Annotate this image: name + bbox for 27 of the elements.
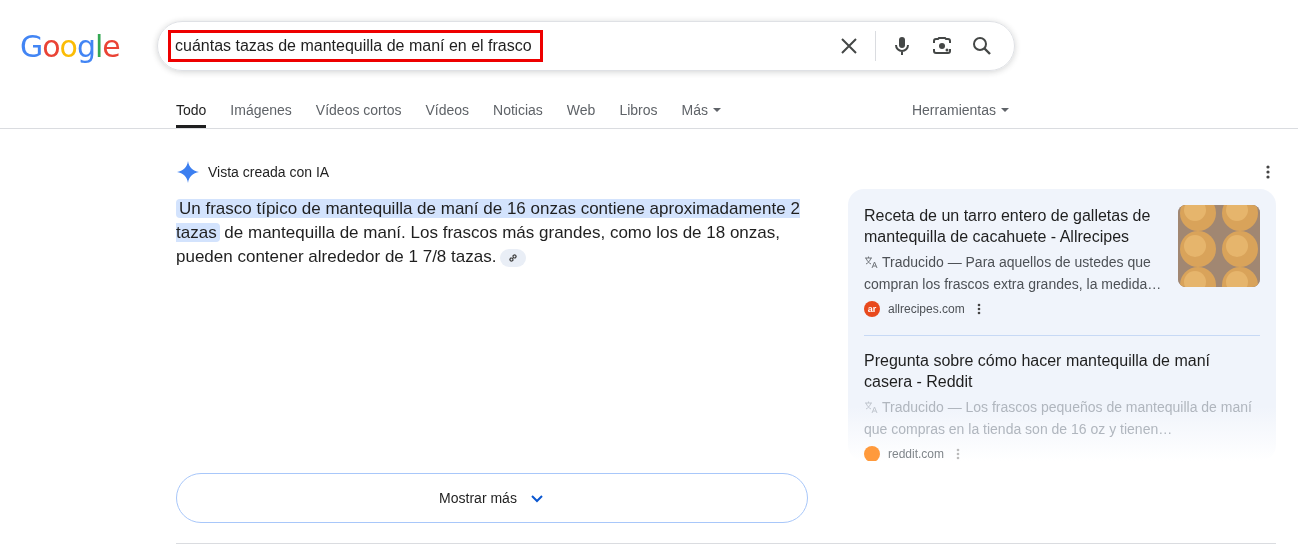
- tab[interactable]: Imágenes: [230, 92, 292, 128]
- caret-icon: [712, 105, 722, 115]
- source-snippet: Traducido — Los frascos pequeños de mantequilla de maní que compras en la tienda son de 16 oz y tienen…: [864, 398, 1253, 439]
- source-snippet: Traducido — Para aquellos de ustedes que compran los frascos extra grandes, la medida…: [864, 253, 1162, 294]
- tab[interactable]: Noticias: [493, 92, 543, 128]
- tab[interactable]: Vídeos cortos: [315, 92, 402, 128]
- translate-icon: [864, 255, 878, 269]
- link-icon[interactable]: [500, 248, 527, 267]
- tab[interactable]: Todo: [176, 92, 207, 128]
- overview-title: Vista creada con IA: [208, 164, 330, 180]
- tab[interactable]: Más: [681, 92, 722, 128]
- source-title[interactable]: Pregunta sobre cómo hacer mantequilla de maní casera - Reddit: [864, 350, 1260, 392]
- google-logo[interactable]: Google: [20, 28, 157, 64]
- source-title[interactable]: Receta de un tarro entero de galletas de mantequilla de cacahuete - Allrecipes: [864, 205, 1162, 247]
- sparkle-icon: [176, 160, 200, 184]
- site-favicon: ar: [864, 301, 880, 317]
- answer-text: Un frasco típico de mantequilla de maní de 16 onzas contiene aproximadamente 2 tazas de mantequilla de maní. Los frascos más grandes, como los de 18 onzas, pueden contener alrededor de 1 7/8 tazas.: [176, 198, 801, 269]
- tab[interactable]: Libros: [619, 92, 658, 128]
- tab[interactable]: Web: [566, 92, 596, 128]
- show-more-button[interactable]: Mostrar más: [176, 473, 808, 523]
- tab[interactable]: Vídeos: [425, 92, 470, 128]
- site-name[interactable]: reddit.com: [888, 447, 945, 461]
- search-input[interactable]: cuántas tazas de mantequilla de maní en el frasco: [168, 30, 543, 62]
- translate-icon: [864, 400, 878, 414]
- tools-menu[interactable]: Herramientas: [911, 92, 1010, 128]
- caret-icon: [1000, 105, 1010, 115]
- site-name[interactable]: allrecipes.com: [888, 302, 965, 316]
